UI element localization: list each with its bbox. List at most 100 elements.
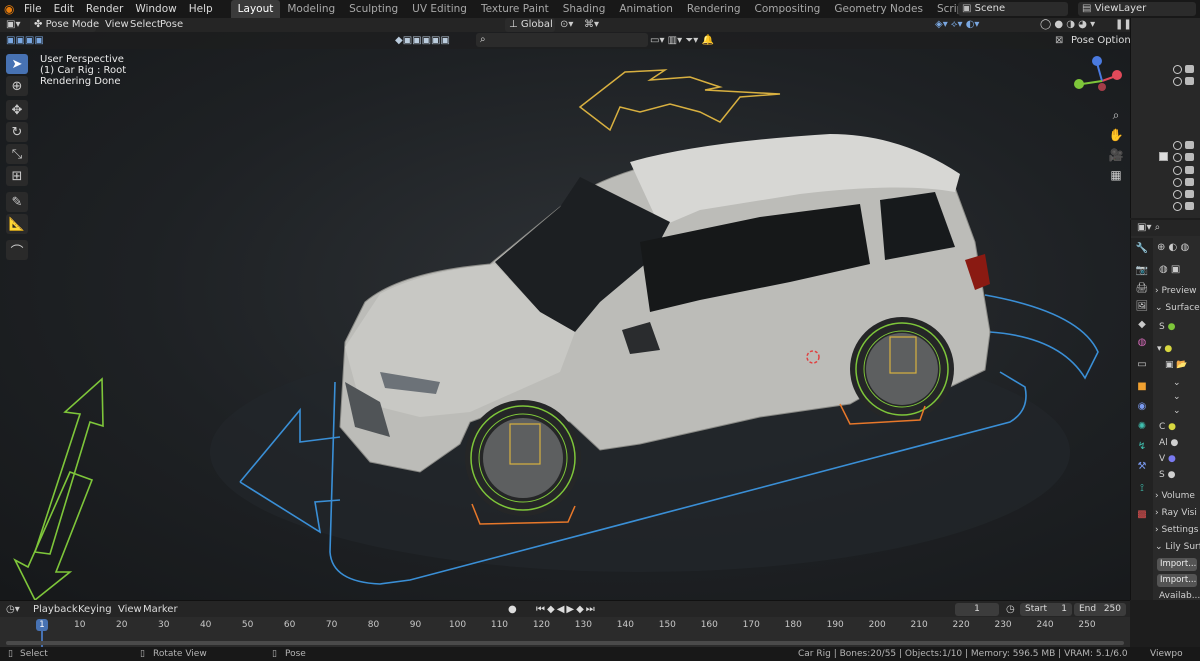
- eye-icon[interactable]: [1173, 202, 1182, 211]
- timeline-scrollbar[interactable]: [6, 641, 1124, 645]
- menu-window[interactable]: Window: [129, 0, 182, 18]
- outliner-row[interactable]: [1131, 189, 1200, 200]
- modifier-tab-icon[interactable]: ◉: [1135, 400, 1149, 414]
- tool-tab-icon[interactable]: 🔧: [1135, 242, 1149, 256]
- scene-tab-icon[interactable]: ◆: [1135, 318, 1149, 332]
- constraints-tab-icon[interactable]: ⚒: [1135, 460, 1149, 474]
- camera-view-button[interactable]: 🎥: [1107, 146, 1125, 164]
- scene-selector[interactable]: ▣ Scene: [958, 2, 1068, 16]
- eye-icon[interactable]: [1173, 190, 1182, 199]
- ray-visibility-panel[interactable]: › Ray Visi: [1155, 508, 1197, 518]
- tab-shading[interactable]: Shading: [556, 0, 613, 18]
- material-tab-icon[interactable]: ▩: [1135, 508, 1149, 522]
- outliner-row[interactable]: [1131, 201, 1200, 212]
- pan-button[interactable]: ✋: [1107, 126, 1125, 144]
- data-tab-icon[interactable]: ⟟: [1135, 482, 1149, 496]
- tab-compositing[interactable]: Compositing: [748, 0, 828, 18]
- viewport-panel-footer[interactable]: Viewpo: [1150, 647, 1183, 661]
- menu-playback[interactable]: Playback: [33, 603, 78, 617]
- import-button-2[interactable]: Import...: [1157, 574, 1197, 587]
- timeline-scrubber[interactable]: 10 20 30 40 50 60 70 80 90 100 110 120 130 140 150 160 1…: [0, 617, 1130, 647]
- menu-view-timeline[interactable]: View: [118, 603, 142, 617]
- top-icons[interactable]: ⊕ ◐ ◍: [1157, 242, 1189, 253]
- eye-icon[interactable]: [1173, 178, 1182, 187]
- volume-panel[interactable]: › Volume: [1155, 491, 1195, 501]
- menu-view[interactable]: View: [105, 18, 129, 32]
- search-icon[interactable]: ⌕: [1155, 222, 1161, 233]
- preview-panel[interactable]: › Preview: [1155, 286, 1197, 296]
- rotate-tool[interactable]: ↻: [6, 122, 28, 142]
- menu-edit[interactable]: Edit: [48, 0, 80, 18]
- tab-animation[interactable]: Animation: [612, 0, 680, 18]
- dropdown-row[interactable]: ⌄: [1173, 378, 1181, 388]
- playback-controls[interactable]: ⏮◆◀▶◆⏭: [536, 603, 597, 617]
- select-box-tool[interactable]: ➤: [6, 54, 28, 74]
- input-al[interactable]: Al ●: [1159, 438, 1178, 448]
- render-icon[interactable]: [1185, 77, 1194, 85]
- pose-options-menu[interactable]: Pose Options: [1071, 34, 1136, 48]
- search-field[interactable]: ⌕: [476, 33, 648, 47]
- tab-modeling[interactable]: Modeling: [280, 0, 342, 18]
- start-frame-field[interactable]: Start 1: [1020, 603, 1072, 616]
- move-tool[interactable]: ✥: [6, 100, 28, 120]
- surface-s-field[interactable]: S ●: [1159, 322, 1175, 332]
- eye-icon[interactable]: [1173, 153, 1182, 162]
- checkbox-icon[interactable]: [1159, 152, 1168, 161]
- filter-icons[interactable]: ▭▾ ▥▾ ⏷▾ 🔔: [650, 34, 714, 48]
- render-icon[interactable]: [1185, 202, 1194, 210]
- editor-type-icon[interactable]: ▣▾: [6, 18, 20, 32]
- render-icon[interactable]: [1185, 166, 1194, 174]
- timeline-editor-icon[interactable]: ◷▾: [6, 603, 20, 617]
- eye-icon[interactable]: [1173, 77, 1182, 86]
- properties-editor[interactable]: ▣▾ ⌕ 🔧 📷 🖨 🖼 ◆ ◍ ▭ ■ ◉ ✺ ↯ ⚒ ⟟ ▩ ⊕ ◐ ◍ ◍…: [1130, 220, 1200, 601]
- render-icon[interactable]: [1185, 65, 1194, 73]
- cursor-tool[interactable]: ⊕: [6, 76, 28, 96]
- outliner-row[interactable]: [1131, 64, 1200, 75]
- outliner-row[interactable]: [1131, 165, 1200, 176]
- menu-select[interactable]: Select: [130, 18, 161, 32]
- annotate-tool[interactable]: ✎: [6, 192, 28, 212]
- outliner-row[interactable]: [1131, 140, 1200, 151]
- menu-pose[interactable]: Pose: [160, 18, 183, 32]
- record-button[interactable]: ●: [508, 603, 517, 617]
- 3d-viewport[interactable]: User Perspective (1) Car Rig : Root Rend…: [0, 32, 1130, 600]
- view-layer-selector[interactable]: ▤ ViewLayer: [1078, 2, 1196, 16]
- tab-uv-editing[interactable]: UV Editing: [405, 0, 474, 18]
- overlay-filter-icons[interactable]: ◆▣▣▣▣▣: [395, 34, 450, 48]
- dropdown-row[interactable]: ⌄: [1173, 406, 1181, 416]
- zoom-button[interactable]: ⌕: [1107, 106, 1125, 124]
- outliner[interactable]: [1130, 18, 1200, 218]
- mode-selector[interactable]: ✤ Pose Mode: [30, 18, 99, 32]
- tab-layout[interactable]: Layout: [230, 0, 281, 18]
- eye-icon[interactable]: [1173, 141, 1182, 150]
- input-v[interactable]: V ●: [1159, 454, 1176, 464]
- selection-mode-icons[interactable]: ▣▣▣▣: [6, 34, 44, 48]
- texture-slot[interactable]: ▣ 📂: [1165, 360, 1188, 370]
- tab-texture-paint[interactable]: Texture Paint: [474, 0, 556, 18]
- output-tab-icon[interactable]: 🖨: [1135, 282, 1149, 296]
- menu-help[interactable]: Help: [183, 0, 219, 18]
- menu-render[interactable]: Render: [80, 0, 129, 18]
- input-s[interactable]: S ●: [1159, 470, 1175, 480]
- blender-logo-icon[interactable]: ◉: [4, 2, 18, 16]
- eye-icon[interactable]: [1173, 65, 1182, 74]
- end-frame-field[interactable]: End 250: [1074, 603, 1126, 616]
- outliner-row[interactable]: [1131, 177, 1200, 188]
- clock-icon[interactable]: ◷: [1006, 603, 1015, 617]
- particles-tab-icon[interactable]: ✺: [1135, 420, 1149, 434]
- render-icon[interactable]: [1185, 190, 1194, 198]
- menu-file[interactable]: File: [18, 0, 48, 18]
- tab-geometry-nodes[interactable]: Geometry Nodes: [827, 0, 930, 18]
- measure-tool[interactable]: 📐: [6, 214, 28, 234]
- render-icon[interactable]: [1185, 178, 1194, 186]
- lily-surf-panel[interactable]: ⌄ Lily Surf: [1155, 542, 1200, 552]
- snap-icon[interactable]: ⌘▾: [584, 18, 599, 32]
- input-c[interactable]: C ●: [1159, 422, 1176, 432]
- pose-relax-tool[interactable]: ⌒: [6, 240, 28, 260]
- ortho-toggle-button[interactable]: ▦: [1107, 166, 1125, 184]
- orientation-selector[interactable]: ⊥ Global: [505, 18, 555, 32]
- menu-keying[interactable]: Keying: [78, 603, 112, 617]
- menu-marker[interactable]: Marker: [143, 603, 178, 617]
- collection-tab-icon[interactable]: ▭: [1135, 358, 1149, 372]
- render-tab-icon[interactable]: 📷: [1135, 264, 1149, 278]
